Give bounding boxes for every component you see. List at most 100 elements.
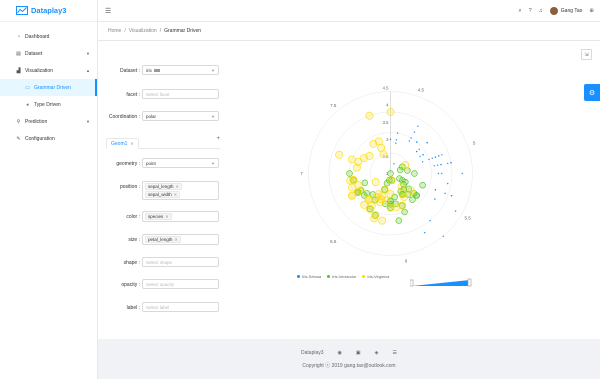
legend-item-virginica[interactable]: Iris-Virginica	[362, 274, 389, 279]
menu-toggle-icon[interactable]: ☰	[105, 7, 111, 15]
point-iris-virginica	[364, 195, 373, 204]
size-select[interactable]: petal_length ✕	[142, 234, 219, 245]
sidebar-item-dataset[interactable]: ▤ Dataset ▼	[0, 45, 97, 62]
color-row: color : species ✕	[98, 211, 219, 222]
chevron-down-icon: ▼	[86, 51, 90, 56]
shape-label: shape :	[123, 260, 140, 266]
point-iris-setosa	[437, 172, 440, 175]
label-select[interactable]: Select label	[142, 302, 219, 312]
export-button[interactable]: ⇲	[581, 49, 592, 60]
legend-dot	[327, 275, 331, 278]
footer-brand-link[interactable]: Dataplay3	[301, 350, 324, 356]
point-iris-virginica	[357, 186, 365, 195]
point-iris-setosa	[428, 158, 430, 161]
search-icon[interactable]: ⌕	[519, 8, 522, 15]
size-label: size :	[128, 237, 140, 243]
close-icon[interactable]: ✕	[176, 184, 179, 189]
sidebar-item-label: Dashboard	[25, 33, 50, 40]
point-iris-versicolor	[346, 170, 353, 177]
point-iris-versicolor	[395, 217, 403, 224]
point-iris-virginica	[397, 182, 406, 191]
close-icon[interactable]: ✕	[130, 141, 133, 146]
area-chart-icon: ▭	[25, 84, 30, 91]
pie-chart-icon: ◕	[25, 101, 30, 108]
point-iris-setosa	[444, 192, 446, 195]
footer: Dataplay3 ◉ ▣ ◈ ☰ Copyright ⓒ 2019 gang.…	[98, 339, 600, 379]
help-icon[interactable]: ?	[529, 8, 532, 14]
settings-drawer-button[interactable]: ⚙	[584, 84, 600, 101]
shape-row: shape : Select shape	[98, 257, 219, 267]
point-iris-setosa	[410, 137, 412, 139]
slider-handle-min[interactable]	[410, 279, 414, 287]
globe-icon[interactable]: ⊕	[589, 8, 594, 14]
close-icon[interactable]: ✕	[174, 192, 177, 197]
point-iris-setosa	[426, 142, 428, 144]
point-iris-virginica	[379, 150, 388, 159]
app-logo[interactable]: Dataplay3	[0, 0, 97, 22]
radius-tick-label: 3.5	[383, 120, 389, 125]
geometry-select[interactable]: point ▼	[142, 158, 219, 168]
bulb-icon: ⚲	[16, 118, 21, 125]
tab-geom1[interactable]: Geom1 ✕	[106, 138, 139, 149]
point-iris-virginica	[348, 191, 356, 200]
opacity-select[interactable]: Select opacity	[142, 279, 219, 289]
main-card: ⇲ ⚙ Dataset : iris ▼ facet : Select face…	[98, 41, 600, 339]
avatar	[549, 7, 558, 15]
sidebar-item-label: Configuration	[25, 135, 55, 142]
theta-tick-label: 6.5	[330, 239, 337, 244]
copyright: Copyright ⓒ 2019 gang.tao@outlook.com	[302, 363, 396, 369]
theta-tick-label: 5	[473, 141, 476, 146]
radius-tick-label: 3	[386, 137, 389, 142]
size-legend-slider[interactable]	[410, 277, 472, 289]
radius-tick-label: 4.5	[383, 86, 389, 91]
color-select[interactable]: species ✕	[142, 211, 219, 222]
bell-icon[interactable]: ♫	[539, 8, 543, 14]
image-icon[interactable]: ◈	[375, 350, 379, 356]
breadcrumb-home[interactable]: Home	[108, 28, 121, 34]
chevron-down-icon: ▼	[86, 119, 90, 124]
legend-item-setosa[interactable]: Iris-Setosa	[297, 274, 321, 279]
breadcrumb-section[interactable]: Visualization	[129, 28, 157, 34]
dataset-label: Dataset :	[119, 68, 140, 74]
sidebar-item-configuration[interactable]: ✎ Configuration	[0, 130, 97, 147]
app-name: Dataplay3	[31, 6, 67, 15]
point-iris-setosa	[450, 195, 453, 197]
point-iris-setosa	[418, 148, 420, 151]
coordination-select[interactable]: polar ▼	[142, 111, 219, 121]
add-geom-button[interactable]: +	[216, 136, 220, 142]
top-header: ☰ ⌕ ? ♫ Gang Tao ⊕	[98, 0, 600, 22]
sidebar-item-dashboard[interactable]: ◔ Dashboard	[0, 28, 97, 45]
sidebar-item-grammar-driven[interactable]: ▭ Grammar Driven	[0, 79, 97, 96]
point-iris-versicolor	[411, 170, 418, 177]
close-icon[interactable]: ✕	[175, 237, 178, 242]
point-iris-virginica	[377, 143, 386, 152]
theta-tick-label: 7.5	[330, 103, 337, 108]
point-iris-setosa	[442, 235, 444, 238]
point-iris-versicolor	[396, 166, 404, 174]
book-icon[interactable]: ▣	[356, 350, 361, 356]
dataset-row: Dataset : iris ▼	[98, 65, 219, 75]
close-icon[interactable]: ✕	[165, 214, 168, 219]
facet-select[interactable]: Select facet	[142, 89, 219, 99]
geometry-row: geometry : point ▼	[98, 158, 219, 168]
sidebar-item-label: Dataset	[25, 50, 43, 57]
dataset-select[interactable]: iris ▼	[142, 65, 219, 75]
user-menu[interactable]: Gang Tao	[549, 7, 582, 15]
position-tag: sepal_width ✕	[145, 191, 181, 198]
label-label: label :	[126, 305, 140, 311]
wrench-icon: ✎	[16, 135, 21, 142]
slider-handle-max[interactable]	[467, 278, 472, 287]
chevron-down-icon: ▼	[211, 160, 215, 166]
shape-select[interactable]: Select shape	[142, 257, 219, 267]
position-select[interactable]: sepal_length ✕ sepal_width ✕	[142, 181, 219, 200]
github-icon[interactable]: ◉	[338, 350, 342, 356]
legend-item-versicolor[interactable]: Iris-Versicolor	[327, 274, 356, 279]
point-iris-setosa	[461, 172, 463, 175]
read-icon[interactable]: ☰	[393, 350, 397, 356]
point-iris-virginica	[380, 185, 389, 194]
point-iris-setosa	[434, 198, 436, 200]
point-iris-setosa	[413, 131, 416, 133]
sidebar-item-prediction[interactable]: ⚲ Prediction ▼	[0, 113, 97, 130]
sidebar-item-visualization[interactable]: ▟ Visualization ▲	[0, 62, 97, 79]
sidebar-item-type-driven[interactable]: ◕ Type Driven	[0, 96, 97, 113]
